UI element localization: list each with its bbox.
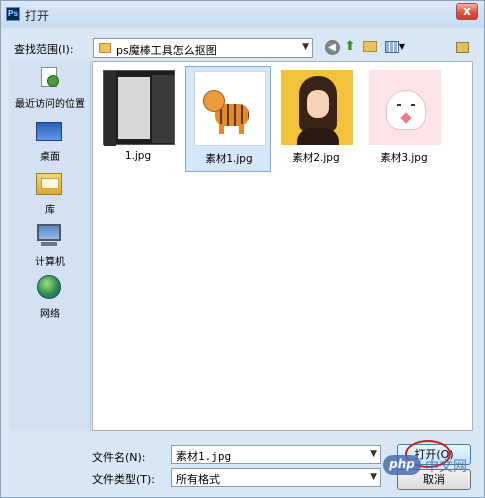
filetype-value: 所有格式	[176, 473, 220, 486]
file-name: 素材3.jpg	[380, 152, 428, 164]
filename-input[interactable]: 素材1.jpg ▼	[171, 445, 381, 464]
filename-value: 素材1.jpg	[176, 450, 232, 463]
view-menu-button[interactable]: ▼	[382, 38, 408, 56]
up-folder-icon: ⬆	[344, 39, 356, 54]
dialog-title: 打开	[25, 9, 50, 23]
place-label: 计算机	[35, 257, 65, 268]
file-item[interactable]: 素材3.jpg	[361, 66, 447, 172]
computer-stand	[41, 242, 57, 246]
place-label: 最近访问的位置	[15, 99, 85, 110]
chevron-down-icon: ▼	[302, 42, 309, 52]
file-list[interactable]: 1.jpg 素材1.jpg 素材2.jpg 素材3.jpg	[92, 61, 473, 431]
network-icon	[37, 275, 61, 299]
place-label: 库	[45, 205, 55, 216]
file-thumbnail	[103, 70, 175, 146]
file-thumbnail	[281, 70, 353, 145]
file-item-selected[interactable]: 素材1.jpg	[185, 66, 271, 172]
chevron-down-icon: ▼	[398, 42, 406, 51]
back-arrow-icon: ◀	[324, 40, 340, 55]
file-item[interactable]: 1.jpg	[95, 66, 181, 172]
folder-options-button[interactable]	[454, 38, 470, 56]
back-button[interactable]: ◀	[324, 38, 340, 56]
file-thumbnail	[369, 70, 441, 145]
filename-label: 文件名(N):	[92, 451, 146, 464]
up-folder-button[interactable]: ⬆	[342, 38, 358, 56]
chevron-down-icon: ▼	[370, 449, 377, 459]
filetype-label: 文件类型(T):	[92, 473, 156, 486]
open-file-dialog: Ps 打开 x 查找范围(I): ps魔棒工具怎么抠图 ▼ ◀ ⬆ ▼ 最近访问…	[0, 0, 485, 498]
file-name: 1.jpg	[124, 150, 152, 162]
filetype-dropdown[interactable]: 所有格式 ▼	[171, 468, 381, 487]
lookin-value: ps魔棒工具怎么抠图	[116, 44, 217, 57]
desktop-icon	[36, 122, 62, 141]
folder-icon	[99, 43, 111, 53]
file-name: 素材2.jpg	[292, 152, 340, 164]
file-item[interactable]: 素材2.jpg	[273, 66, 359, 172]
library-icon	[36, 173, 62, 195]
chevron-down-icon: ▼	[370, 472, 377, 482]
file-thumbnail	[194, 71, 266, 146]
lookin-dropdown[interactable]: ps魔棒工具怎么抠图 ▼	[93, 38, 313, 58]
new-folder-button[interactable]	[361, 38, 379, 56]
place-recent[interactable]: 最近访问的位置	[9, 63, 91, 115]
watermark: php 中文网	[383, 455, 481, 477]
computer-icon	[37, 224, 61, 241]
watermark-logo: php	[383, 455, 421, 475]
place-label: 网络	[40, 309, 60, 320]
title-bar: Ps 打开 x	[1, 1, 484, 28]
recent-places-icon	[37, 65, 61, 91]
watermark-text: 中文网	[425, 459, 467, 475]
photoshop-app-icon: Ps	[6, 7, 20, 21]
place-network[interactable]: 网络	[9, 273, 91, 325]
view-menu-icon	[384, 41, 399, 53]
close-button[interactable]: x	[456, 3, 478, 20]
places-bar: 最近访问的位置 桌面 库 计算机 网络	[9, 61, 91, 431]
new-folder-icon	[363, 41, 377, 52]
lookin-label: 查找范围(I):	[14, 43, 74, 56]
place-computer[interactable]: 计算机	[9, 221, 91, 273]
place-desktop[interactable]: 桌面	[9, 116, 91, 168]
place-library[interactable]: 库	[9, 169, 91, 221]
file-name: 素材1.jpg	[205, 153, 253, 165]
place-label: 桌面	[40, 152, 60, 163]
folder-options-icon	[455, 42, 469, 53]
